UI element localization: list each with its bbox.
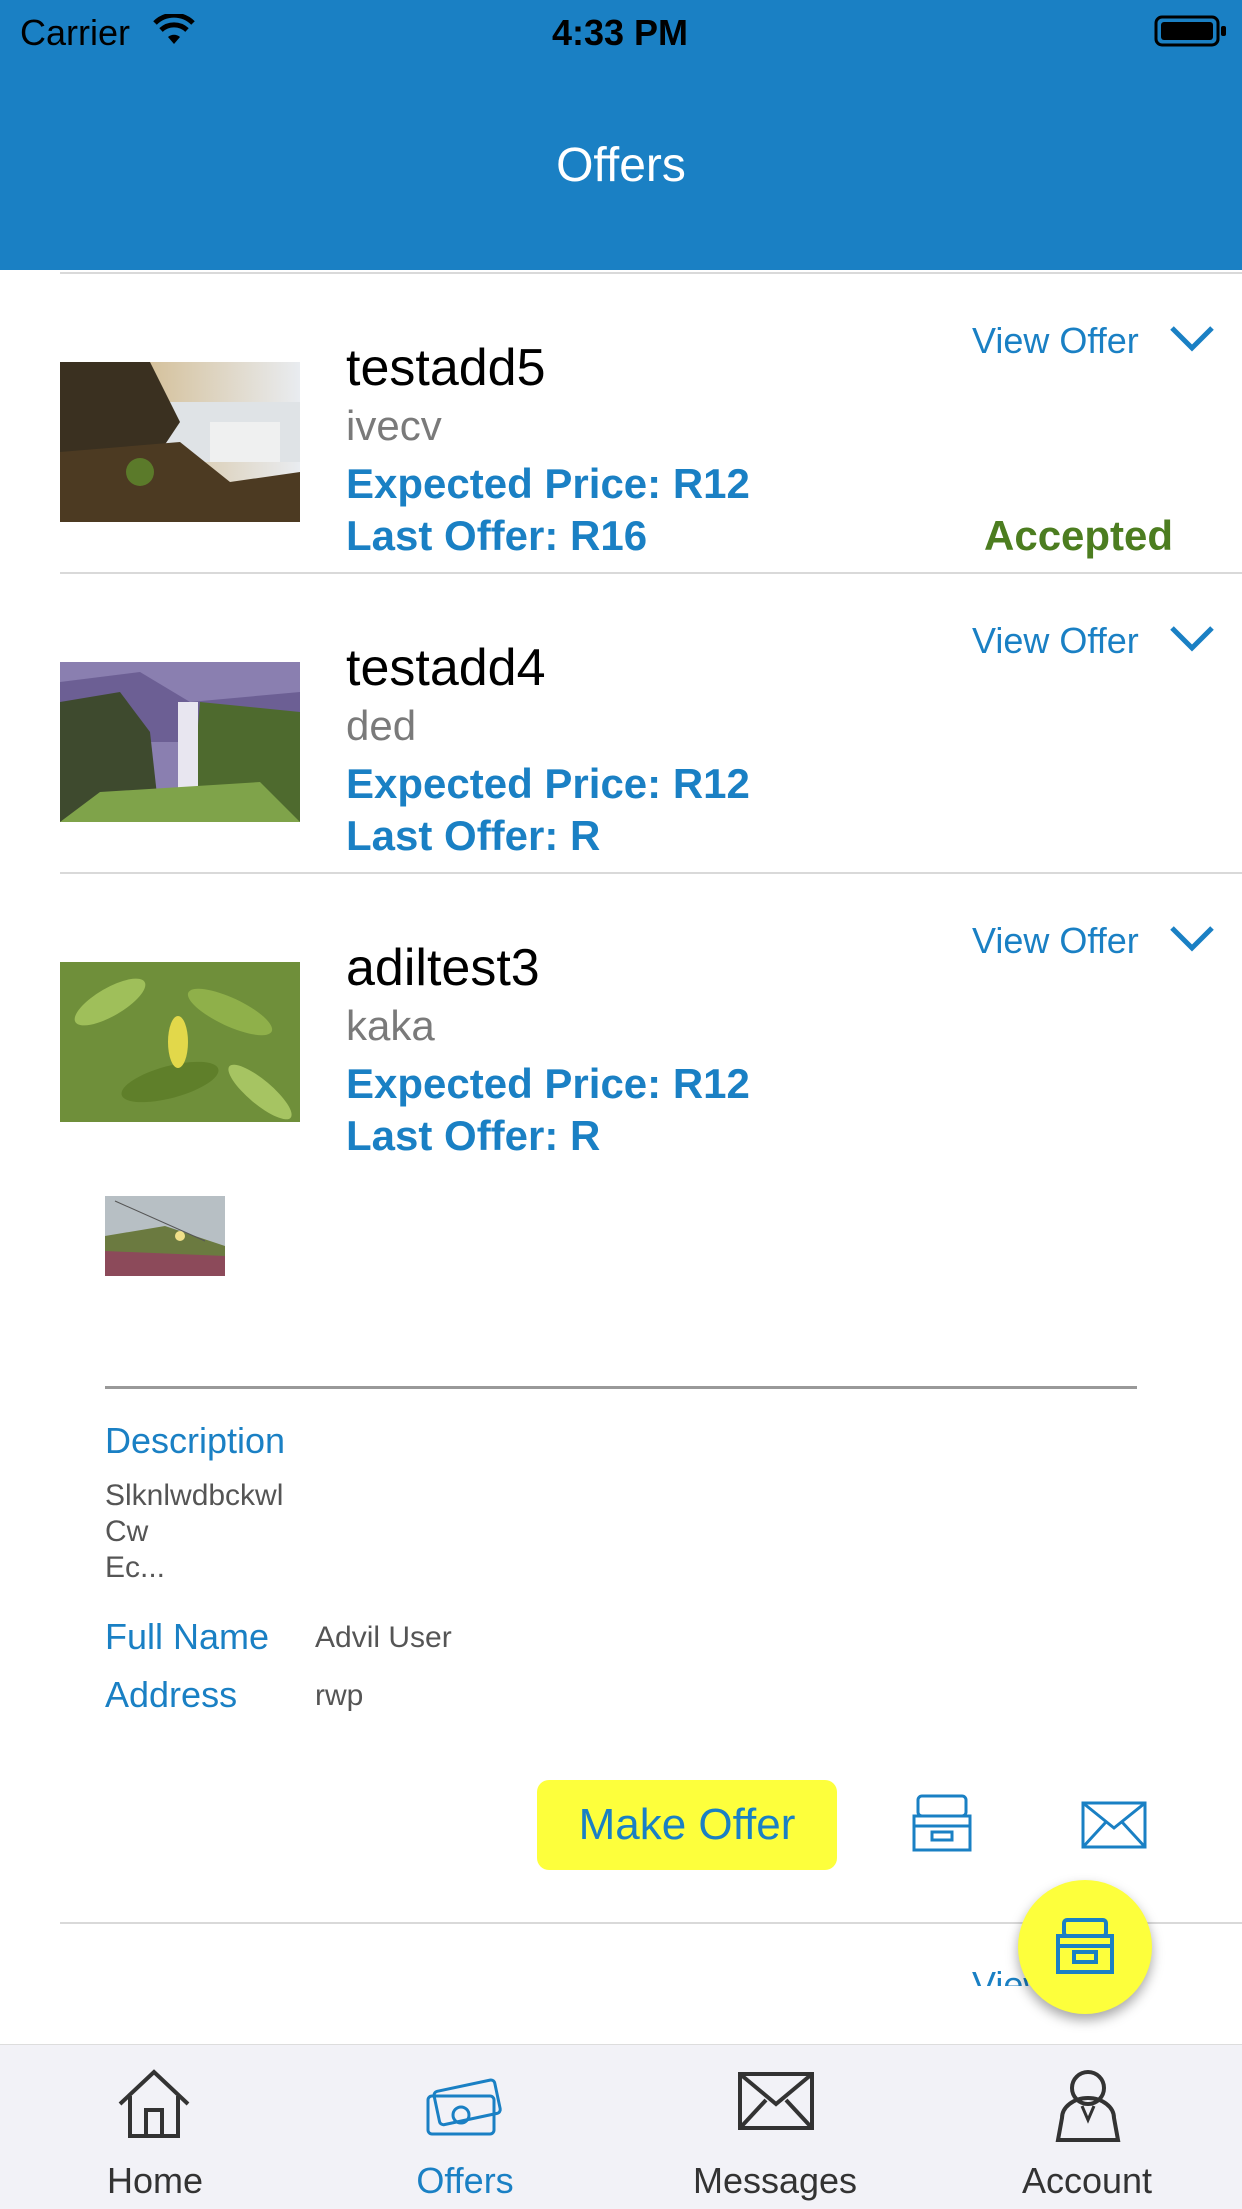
view-offer-link[interactable]: View Offer (972, 620, 1139, 662)
offer-card[interactable]: testadd5 ivecv Expected Price: R12 Last … (0, 280, 1242, 572)
status-time: 4:33 PM (551, 12, 689, 53)
tab-messages[interactable]: Messages (620, 2160, 930, 2202)
top-divider (60, 272, 1242, 274)
offer-name: testadd5 (346, 339, 546, 397)
offer-card[interactable]: testadd4 ded Expected Price: R12 Last Of… (0, 580, 1242, 872)
archive-icon[interactable] (910, 1792, 974, 1859)
offer-thumbnail (60, 662, 300, 822)
address-label: Address (105, 1674, 238, 1715)
messages-icon[interactable] (736, 2070, 816, 2139)
description-value: Slknlwdbckwl Cw Ec... (105, 1479, 284, 1584)
fullname-value: Advil User (315, 1621, 452, 1654)
view-offer-link[interactable]: View Offer (972, 320, 1139, 362)
offer-subtitle: kaka (346, 1002, 435, 1049)
offer-thumbnail (60, 362, 300, 522)
tab-home[interactable]: Home (0, 2160, 310, 2202)
chevron-up-icon[interactable] (1168, 924, 1216, 959)
offers-icon[interactable] (424, 2066, 504, 2147)
chevron-down-icon[interactable] (1168, 324, 1216, 359)
last-offer: Last Offer: R (346, 1112, 601, 1159)
mail-icon[interactable] (1080, 1800, 1148, 1855)
home-icon[interactable] (114, 2066, 194, 2147)
gallery-image[interactable] (105, 1196, 225, 1276)
tab-offers[interactable]: Offers (310, 2160, 620, 2202)
carrier-label: Carrier (20, 12, 131, 53)
card-divider (60, 572, 1242, 574)
last-offer: Last Offer: R16 (346, 512, 648, 559)
view-offer-link[interactable]: View Offer (972, 920, 1139, 962)
fullname-label: Full Name (105, 1616, 270, 1657)
offer-name: adiltest3 (346, 939, 540, 997)
offer-thumbnail (60, 962, 300, 1122)
expected-price: Expected Price: R12 (346, 460, 750, 507)
expected-price: Expected Price: R12 (346, 1060, 750, 1107)
wifi-icon (152, 12, 196, 51)
floating-archive-button[interactable] (1018, 1880, 1152, 2014)
details-divider (105, 1386, 1137, 1389)
make-offer-button[interactable]: Make Offer (537, 1780, 837, 1870)
offer-subtitle: ivecv (346, 402, 442, 449)
account-icon[interactable] (1048, 2064, 1128, 2149)
page-title: Offers (556, 139, 686, 192)
card-divider (60, 872, 1242, 874)
address-value: rwp (315, 1679, 364, 1712)
description-label: Description (105, 1420, 286, 1461)
offer-subtitle: ded (346, 702, 417, 749)
battery-icon (1154, 14, 1228, 53)
status-badge: Accepted (984, 512, 1174, 559)
offer-card[interactable]: adiltest3 kaka Expected Price: R12 Last … (0, 880, 1242, 1172)
last-offer: Last Offer: R (346, 812, 601, 859)
chevron-down-icon[interactable] (1168, 624, 1216, 659)
tab-account[interactable]: Account (932, 2160, 1242, 2202)
offer-name: testadd4 (346, 639, 546, 697)
expected-price: Expected Price: R12 (346, 760, 750, 807)
